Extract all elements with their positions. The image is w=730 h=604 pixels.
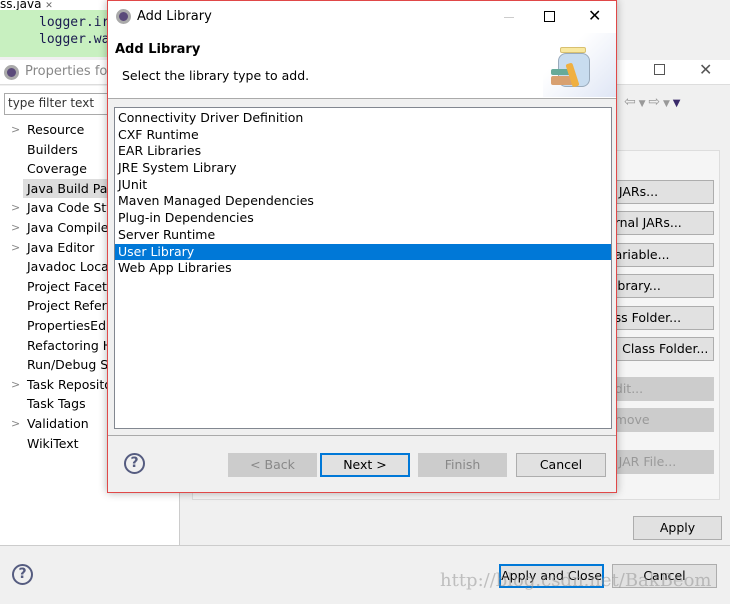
build-path-button[interactable]: d JARs...	[602, 180, 714, 204]
editor-tab-label: ss.java	[0, 0, 42, 10]
tree-item-label: Validation	[27, 415, 89, 431]
close-icon[interactable]: ✕	[45, 1, 53, 11]
close-icon[interactable]: ✕	[699, 60, 712, 79]
build-path-button[interactable]: al Class Folder...	[602, 337, 714, 361]
library-type-item[interactable]: Connectivity Driver Definition	[115, 110, 611, 127]
build-path-button[interactable]: ass Folder...	[602, 306, 714, 330]
chevron-right-icon[interactable]: >	[11, 198, 20, 218]
help-icon[interactable]: ?	[12, 564, 33, 585]
tree-item-label: WikiText	[27, 435, 79, 451]
tree-item-label: Task Tags	[27, 396, 86, 412]
dialog-window-title: Add Library	[137, 9, 212, 24]
finish-button[interactable]: Finish	[418, 453, 507, 477]
chevron-right-icon[interactable]: >	[11, 238, 20, 258]
build-path-button[interactable]: Variable...	[602, 243, 714, 267]
library-type-item[interactable]: Plug-in Dependencies	[115, 210, 611, 227]
tree-item-label: Coverage	[27, 161, 87, 177]
tree-item-label: Builders	[27, 141, 78, 157]
chevron-right-icon[interactable]: >	[11, 414, 20, 434]
back-button[interactable]: < Back	[228, 453, 317, 477]
code-line: logger.wa	[39, 32, 110, 47]
code-editor[interactable]: logger.ir logger.wa	[0, 10, 110, 57]
library-type-item[interactable]: Maven Managed Dependencies	[115, 193, 611, 210]
editor-tab[interactable]: ss.java ✕	[0, 0, 110, 10]
library-type-item[interactable]: EAR Libraries	[115, 143, 611, 160]
tree-item-label: Java Editor	[27, 239, 95, 255]
build-path-button[interactable]: Library...	[602, 274, 714, 298]
build-path-button[interactable]: Edit...	[602, 377, 714, 401]
maximize-icon[interactable]	[654, 64, 665, 75]
properties-title: Properties for	[25, 64, 113, 79]
dialog-cancel-button[interactable]: Cancel	[516, 453, 606, 477]
tree-item-label: Java Compiler	[27, 219, 114, 235]
eclipse-icon	[4, 65, 19, 80]
library-type-item[interactable]: JUnit	[115, 177, 611, 194]
dialog-description: Select the library type to add.	[122, 68, 310, 83]
chevron-right-icon[interactable]: >	[11, 218, 20, 238]
build-path-button[interactable]: ernal JARs...	[602, 211, 714, 235]
bottom-bar: ? Apply and Close Cancel	[0, 545, 730, 604]
library-type-item[interactable]: User Library	[115, 243, 611, 261]
menu-icon[interactable]: ▼	[673, 98, 681, 109]
build-path-button[interactable]: emove	[602, 408, 714, 432]
tree-item-label: Resource	[27, 122, 85, 137]
dropdown-icon[interactable]: ▼	[660, 99, 673, 109]
minimize-icon	[504, 17, 514, 18]
chevron-right-icon[interactable]: >	[11, 120, 20, 140]
tree-item-label: Project Facets	[27, 278, 114, 294]
library-type-list[interactable]: Connectivity Driver Definition CXF Runtim…	[114, 107, 612, 429]
chevron-right-icon[interactable]: >	[11, 375, 20, 395]
library-type-item[interactable]: CXF Runtime	[115, 127, 611, 144]
eclipse-icon	[116, 9, 131, 24]
library-type-item[interactable]: Server Runtime	[115, 227, 611, 244]
help-icon[interactable]: ?	[124, 453, 145, 474]
dialog-header: Add Library Select the library type to a…	[108, 33, 616, 99]
back-arrow-icon[interactable]: ⇦	[624, 94, 636, 110]
code-line: logger.ir	[39, 15, 110, 30]
library-type-item[interactable]: Web App Libraries	[115, 260, 611, 277]
dropdown-icon[interactable]: ▼	[636, 99, 649, 109]
library-banner-icon	[543, 33, 616, 97]
nav-arrows: ⇦ ▼ ⇨ ▼ ▼	[624, 94, 680, 110]
close-icon[interactable]: ✕	[588, 6, 601, 25]
add-library-dialog: Add Library ✕ Add Library Select the lib…	[107, 0, 617, 493]
divider	[108, 435, 616, 436]
next-button[interactable]: Next >	[320, 453, 410, 477]
forward-arrow-icon[interactable]: ⇨	[648, 94, 660, 110]
library-type-item[interactable]: JRE System Library	[115, 160, 611, 177]
dialog-heading: Add Library	[115, 42, 201, 57]
build-path-button[interactable]: e JAR File...	[602, 450, 714, 474]
apply-and-close-button[interactable]: Apply and Close	[499, 564, 604, 588]
dialog-title-bar: Add Library ✕	[108, 1, 616, 33]
cancel-button[interactable]: Cancel	[612, 564, 717, 588]
maximize-icon[interactable]	[544, 11, 555, 22]
apply-button[interactable]: Apply	[633, 516, 722, 540]
